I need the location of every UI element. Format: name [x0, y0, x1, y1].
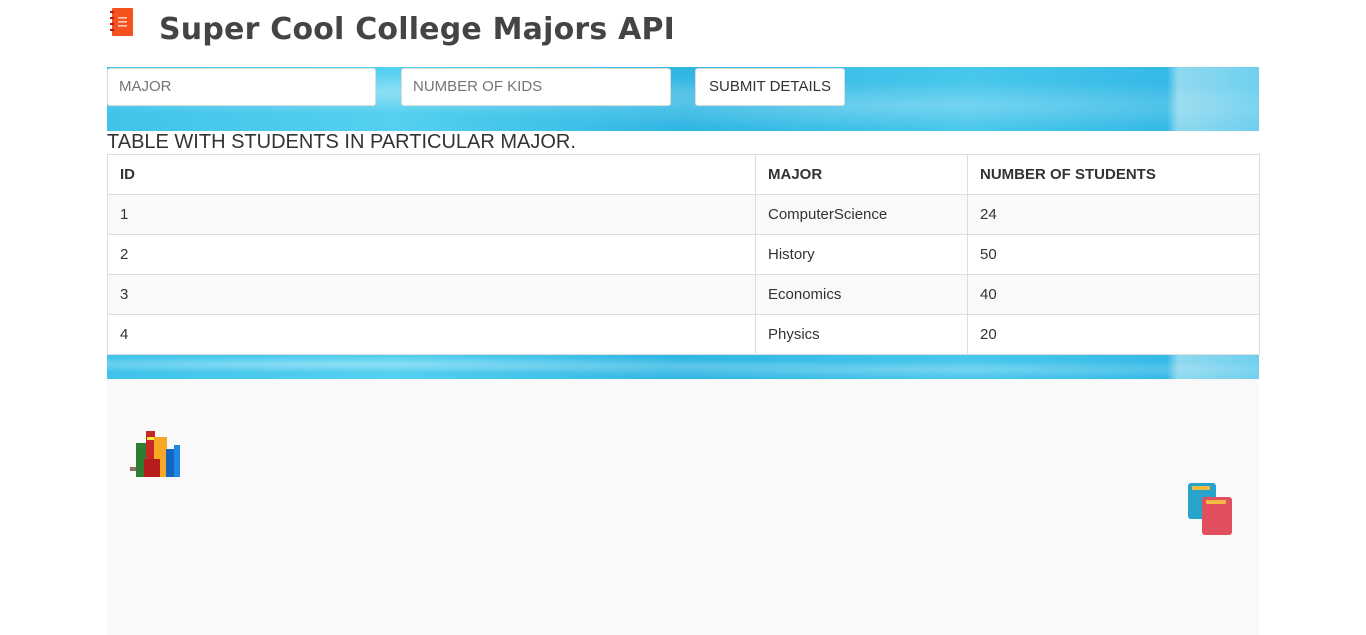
major-input[interactable]	[107, 68, 376, 106]
cell-number-of-students: 50	[967, 234, 1260, 275]
table-row: 1 ComputerScience 24	[107, 194, 1260, 235]
cell-number-of-students: 20	[967, 314, 1260, 355]
cell-major: ComputerScience	[755, 194, 968, 235]
cell-number-of-students: 24	[967, 194, 1260, 235]
students-table-wrapper: ID MAJOR NUMBER OF STUDENTS 1 ComputerSc…	[107, 154, 1260, 355]
table-row: 3 Economics 40	[107, 274, 1260, 315]
details-form: SUBMIT DETAILS	[107, 67, 1259, 131]
cell-id: 1	[107, 194, 756, 235]
lower-panel	[107, 379, 1259, 635]
page-title: Super Cool College Majors API	[159, 12, 676, 47]
table-row: 2 History 50	[107, 234, 1260, 275]
cell-major: History	[755, 234, 968, 275]
notebook-icon	[110, 8, 133, 36]
decorative-water-strip	[107, 355, 1259, 379]
table-header-row: ID MAJOR NUMBER OF STUDENTS	[107, 154, 1260, 195]
submit-details-button[interactable]: SUBMIT DETAILS	[695, 68, 845, 106]
bookshelf-icon	[130, 431, 180, 477]
books-icon	[1188, 483, 1232, 535]
cell-id: 2	[107, 234, 756, 275]
column-header-id: ID	[107, 154, 756, 195]
cell-id: 4	[107, 314, 756, 355]
table-caption: TABLE WITH STUDENTS IN PARTICULAR MAJOR.	[107, 131, 576, 153]
cell-major: Physics	[755, 314, 968, 355]
number-of-kids-input[interactable]	[401, 68, 671, 106]
cell-id: 3	[107, 274, 756, 315]
column-header-major: MAJOR	[755, 154, 968, 195]
page-header: Super Cool College Majors API	[107, 0, 1259, 66]
column-header-number-of-students: NUMBER OF STUDENTS	[967, 154, 1260, 195]
table-row: 4 Physics 20	[107, 314, 1260, 355]
students-table: ID MAJOR NUMBER OF STUDENTS 1 ComputerSc…	[107, 154, 1260, 355]
cell-number-of-students: 40	[967, 274, 1260, 315]
cell-major: Economics	[755, 274, 968, 315]
